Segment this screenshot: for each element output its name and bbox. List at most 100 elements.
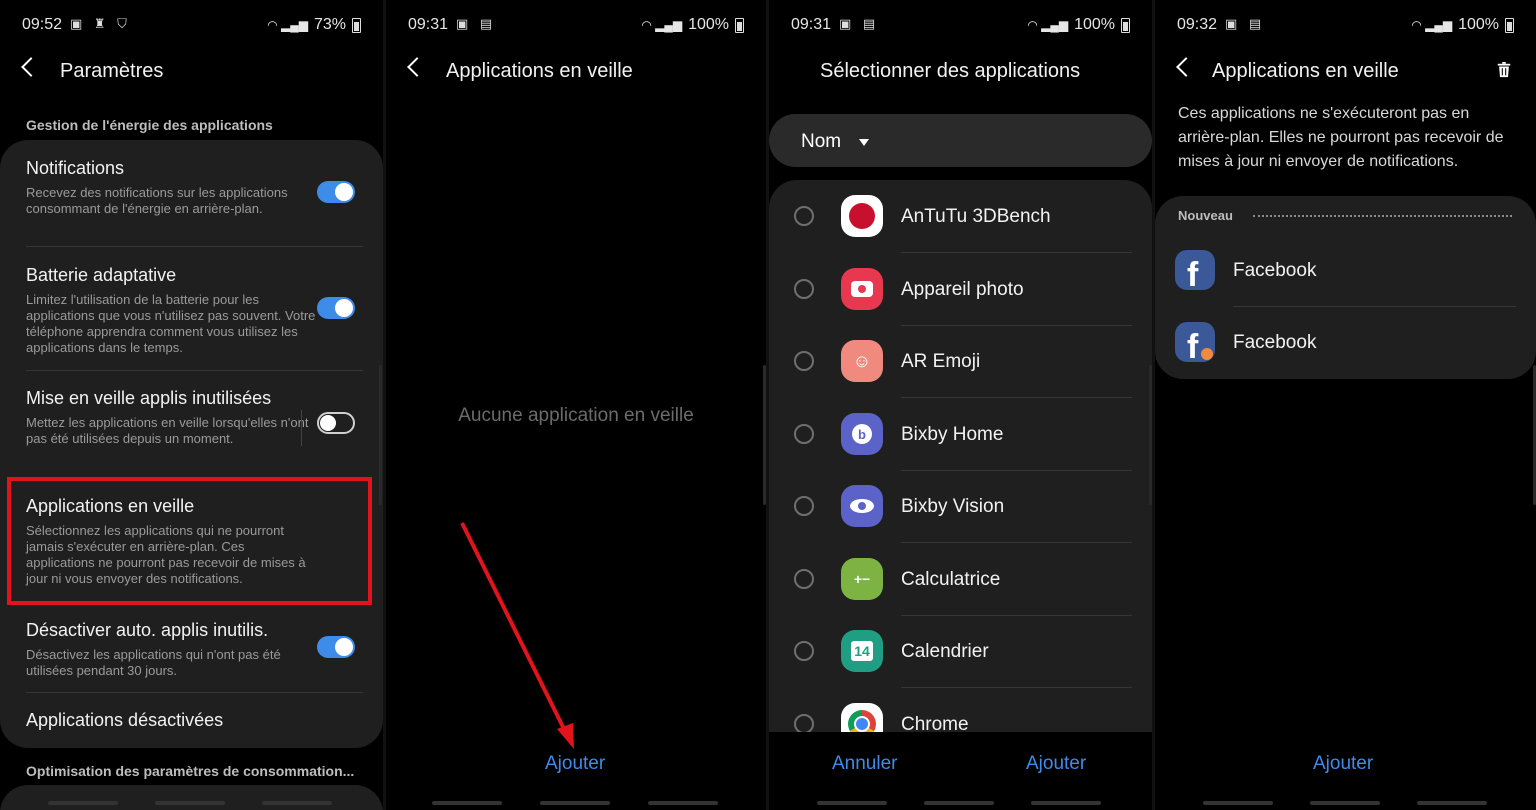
signal-icon: ◠ ▂▄▆ [267,18,308,32]
page-title: Applications en veille [1212,60,1399,82]
back-arrow-icon[interactable] [407,57,427,77]
app-name: Calendrier [901,641,989,662]
cancel-button[interactable]: Annuler [832,753,898,775]
battery-icon [735,17,744,33]
notification-icons: ▣ ▤ [456,16,497,31]
app-name: Appareil photo [901,279,1024,300]
divider [26,692,363,693]
settings-panel: 09:52 ▣ ♜ ⛉ ◠ ▂▄▆ 73% Paramètres Gestion… [0,0,383,810]
add-button[interactable]: Ajouter [545,753,605,775]
nav-bar [769,801,1152,805]
list-item[interactable]: AnTuTu 3DBench [769,180,1152,253]
setting-title: Mise en veille applis inutilisées [26,388,272,408]
setting-sleep-unused[interactable]: Mise en veille applis inutilisées Mettez… [26,388,357,447]
antutu-icon [841,195,883,237]
app-header: Applications en veille [386,56,766,88]
setting-title: Désactiver auto. applis inutilis. [26,620,269,640]
sort-label: Nom [801,131,842,152]
empty-state-text: Aucune application en veille [458,405,694,426]
description-text: Ces applications ne s'exécuteront pas en… [1178,105,1504,170]
list-item[interactable]: f Facebook [1155,308,1536,380]
list-item[interactable]: f Facebook [1155,236,1536,308]
setting-title: Batterie adaptative [26,265,177,285]
add-button[interactable]: Ajouter [1313,753,1373,775]
app-name: Bixby Home [901,424,1004,445]
radio-button[interactable] [794,279,814,299]
app-name: Facebook [1233,332,1317,353]
sort-dropdown[interactable]: Nom [769,114,1152,167]
list-item[interactable]: ☺ AR Emoji [769,325,1152,398]
list-item[interactable]: +− Calculatrice [769,543,1152,616]
radio-button[interactable] [794,351,814,371]
add-button[interactable]: Ajouter [1026,753,1086,775]
notification-icons: ▣ ▤ [839,16,880,31]
setting-description: Mettez les applications en veille lorsqu… [26,415,309,446]
setting-title: Notifications [26,158,125,178]
adaptive-battery-toggle[interactable] [317,297,355,319]
setting-adaptive-battery[interactable]: Batterie adaptative Limitez l'utilisatio… [26,265,357,356]
app-name: AR Emoji [901,351,981,372]
setting-disabled-apps[interactable]: Applications désactivées [26,710,357,731]
back-arrow-icon[interactable] [21,57,41,77]
ar-emoji-icon: ☺ [841,340,883,382]
signal-icon: ◠ ▂▄▆ [1027,18,1069,32]
back-arrow-icon[interactable] [1176,57,1196,77]
sleep-unused-toggle[interactable] [317,412,355,434]
page-title: Paramètres [60,60,164,82]
status-bar: 09:52 ▣ ♜ ⛉ ◠ ▂▄▆ 73% [0,14,383,38]
list-item[interactable]: 14 Calendrier [769,615,1152,688]
status-time: 09:31 [408,16,449,33]
dropdown-caret-icon [859,139,869,146]
list-item[interactable]: Bixby Vision [769,470,1152,543]
battery-percent: 100% [1458,16,1499,33]
app-name: AnTuTu 3DBench [901,206,1051,227]
setting-description: Désactivez les applications qui n'ont pa… [26,647,281,678]
notification-icons: ▣ ♜ ⛉ [70,16,131,31]
battery-icon [352,17,361,33]
radio-button[interactable] [794,569,814,589]
signal-icon: ◠ ▂▄▆ [1411,18,1453,32]
divider [26,370,363,371]
auto-disable-toggle[interactable] [317,636,355,658]
list-item[interactable]: b Bixby Home [769,398,1152,471]
radio-button[interactable] [794,496,814,516]
trash-icon[interactable] [1496,62,1512,78]
select-apps-panel: 09:31 ▣ ▤ ◠ ▂▄▆ 100% Sélectionner des ap… [769,0,1152,810]
list-item[interactable]: Appareil photo [769,253,1152,326]
divider [1253,215,1512,217]
app-header: Paramètres [0,56,383,88]
radio-button[interactable] [794,424,814,444]
app-header: Sélectionner des applications [769,56,1152,88]
battery-icon [1121,17,1130,33]
bottom-action-bar: Annuler Ajouter [769,732,1152,810]
battery-percent: 100% [1074,16,1115,33]
calculator-icon: +− [841,558,883,600]
divider [301,410,302,446]
app-list: Nouveau f Facebook f Facebook [1155,196,1536,379]
red-arrow-annotation [460,522,574,749]
group-label: Nouveau [1178,208,1233,223]
highlight-box [7,477,372,605]
setting-title: Applications désactivées [26,710,224,730]
notifications-toggle[interactable] [317,181,355,203]
camera-icon [841,268,883,310]
radio-button[interactable] [794,206,814,226]
nav-bar [386,801,766,805]
bixby-vision-icon [841,485,883,527]
app-name: Bixby Vision [901,496,1005,517]
app-name: Calculatrice [901,569,1001,590]
battery-percent: 73% [313,16,346,33]
setting-auto-disable[interactable]: Désactiver auto. applis inutilis. Désact… [26,620,357,679]
app-header: Applications en veille [1155,56,1536,88]
setting-notifications[interactable]: Notifications Recevez des notifications … [26,158,357,217]
status-time: 09:31 [791,16,832,33]
bixby-home-icon: b [841,413,883,455]
scrollbar[interactable] [379,365,382,505]
signal-icon: ◠ ▂▄▆ [641,18,683,32]
radio-button[interactable] [794,714,814,734]
status-bar: 09:31 ▣ ▤ ◠ ▂▄▆ 100% [769,14,1152,38]
settings-card: Notifications Recevez des notifications … [0,140,383,748]
sleeping-apps-list-panel: 09:32 ▣ ▤ ◠ ▂▄▆ 100% Applications en vei… [1155,0,1536,810]
radio-button[interactable] [794,641,814,661]
status-time: 09:32 [1177,16,1218,33]
